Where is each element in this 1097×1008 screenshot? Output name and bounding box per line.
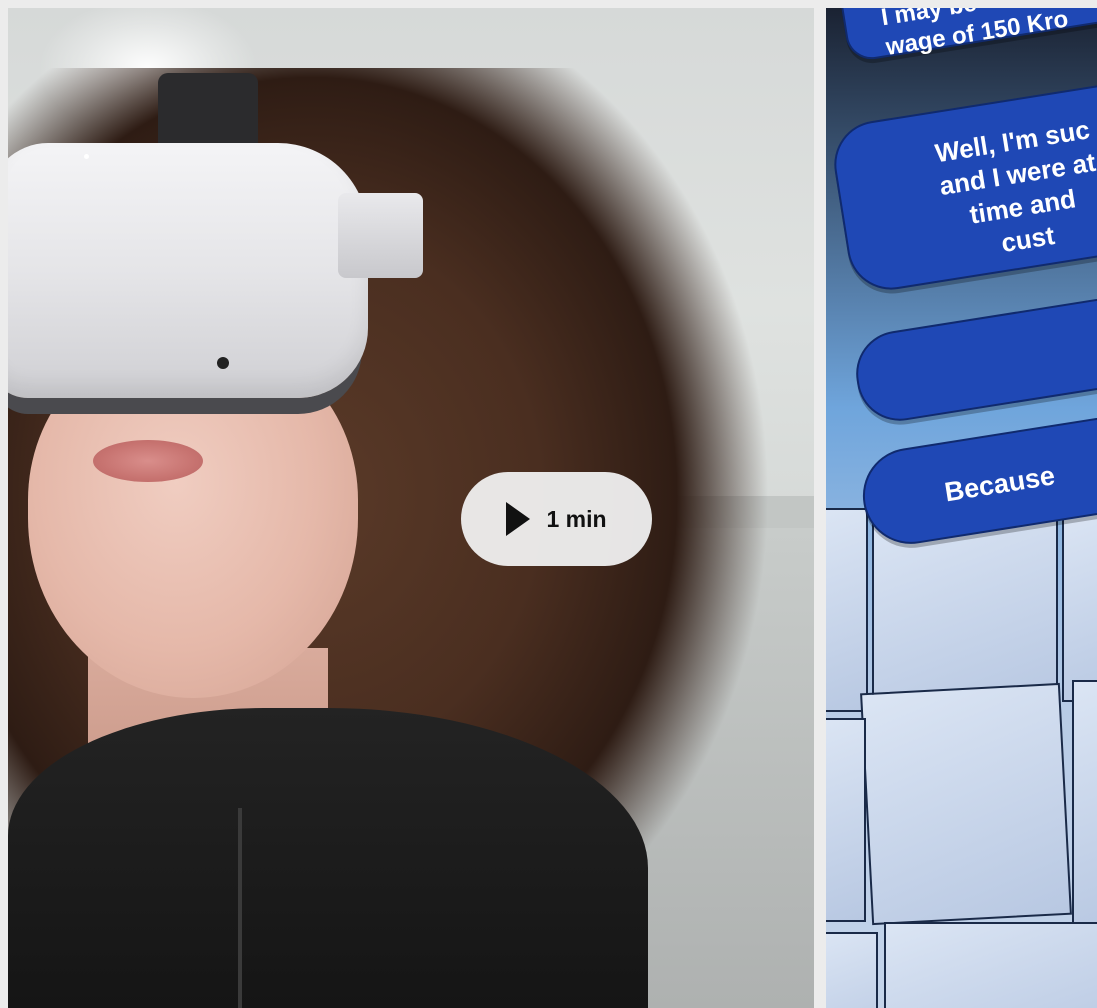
- video-left-panel[interactable]: [8, 8, 814, 1008]
- headset-indicator-light: [84, 154, 89, 159]
- vr-floor-tile: [1062, 508, 1097, 702]
- vr-floor-tile: [860, 682, 1072, 926]
- headset-band: [158, 73, 258, 151]
- video-right-panel[interactable]: I may be wage of 150 Kro Well, I'm suc a…: [826, 8, 1097, 1008]
- vr-floor-tile: [826, 718, 866, 922]
- headset-strap: [338, 193, 423, 278]
- vr-headset: [8, 143, 368, 398]
- person-jacket: [8, 708, 648, 1008]
- play-button[interactable]: 1 min: [461, 472, 652, 566]
- person-lips: [93, 440, 203, 482]
- vr-floor-tile: [1072, 680, 1097, 924]
- vr-dialog-option: Because: [856, 404, 1097, 551]
- headset-camera: [217, 357, 229, 369]
- vr-floor-tile: [884, 922, 1097, 1008]
- vr-dialog-option: [850, 285, 1097, 427]
- vr-dialog-option: Well, I'm suc and I were at time and cus…: [828, 71, 1097, 296]
- vr-floor-tile: [826, 508, 868, 712]
- vr-dialog-option: I may be wage of 150 Kro: [836, 8, 1097, 63]
- play-icon: [506, 502, 531, 536]
- vr-floor-tile: [826, 932, 878, 1008]
- jacket-zipper: [238, 808, 242, 1008]
- video-thumbnail-frame[interactable]: I may be wage of 150 Kro Well, I'm suc a…: [0, 0, 1097, 1008]
- video-duration-label: 1 min: [546, 505, 607, 532]
